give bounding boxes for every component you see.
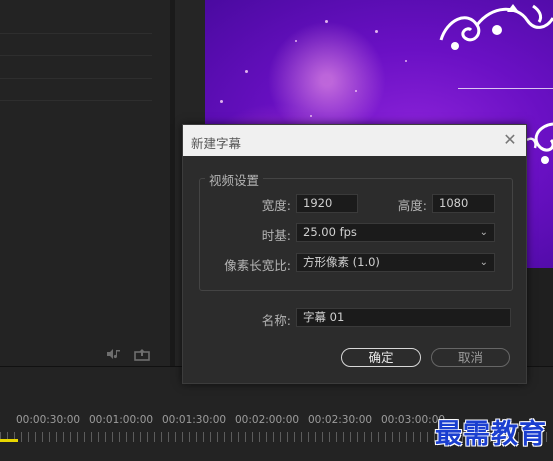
panel-row-divider [0, 78, 152, 79]
timebase-select[interactable]: 25.00 fps ⌄ [296, 223, 495, 242]
timecode-label: 00:01:00:00 [89, 414, 154, 426]
height-field[interactable]: 1080 [432, 194, 495, 213]
height-label: 高度: [397, 198, 427, 213]
panel-footer-icons [106, 348, 150, 364]
pixel-aspect-value: 方形像素 (1.0) [303, 255, 380, 269]
timecode-label: 00:01:30:00 [162, 414, 227, 426]
timecode-label: 00:02:00:00 [235, 414, 300, 426]
title-underline [458, 88, 553, 89]
width-field[interactable]: 1920 [296, 194, 358, 213]
project-panel [0, 0, 170, 366]
panel-row-divider [0, 100, 152, 101]
timeline-ruler[interactable]: 00:00:30:00 00:01:00:00 00:01:30:00 00:0… [0, 406, 553, 461]
watermark-logo: 最需教育 [435, 419, 547, 450]
ok-button[interactable]: 确定 [341, 348, 421, 367]
cancel-button[interactable]: 取消 [431, 348, 510, 367]
floral-ornament-top [439, 4, 553, 50]
export-frame-icon[interactable] [134, 348, 150, 364]
name-label: 名称: [261, 313, 291, 328]
work-area-bar[interactable] [0, 439, 18, 442]
panel-row-divider [0, 55, 152, 56]
audio-track-icon[interactable] [106, 348, 122, 364]
timecode-label: 00:02:30:00 [308, 414, 373, 426]
video-settings-legend: 视频设置 [205, 170, 264, 189]
new-title-dialog: 新建字幕 ✕ 视频设置 宽度: 1920 高度: 1080 时基: 25.00 … [182, 124, 527, 384]
chevron-down-icon: ⌄ [479, 257, 488, 268]
timebase-label: 时基: [261, 228, 291, 243]
chevron-down-icon: ⌄ [479, 227, 488, 238]
width-label: 宽度: [261, 198, 291, 213]
panel-row-divider [0, 33, 152, 34]
dialog-titlebar[interactable]: 新建字幕 ✕ [183, 125, 526, 156]
dialog-title: 新建字幕 [191, 136, 242, 151]
name-field[interactable]: 字幕 01 [296, 308, 511, 327]
floral-ornament-right [526, 122, 553, 164]
timebase-value: 25.00 fps [303, 225, 357, 239]
timecode-label: 00:00:30:00 [16, 414, 81, 426]
close-icon[interactable]: ✕ [500, 129, 520, 151]
pixel-aspect-select[interactable]: 方形像素 (1.0) ⌄ [296, 253, 495, 272]
pixel-aspect-label: 像素长宽比: [224, 258, 291, 273]
